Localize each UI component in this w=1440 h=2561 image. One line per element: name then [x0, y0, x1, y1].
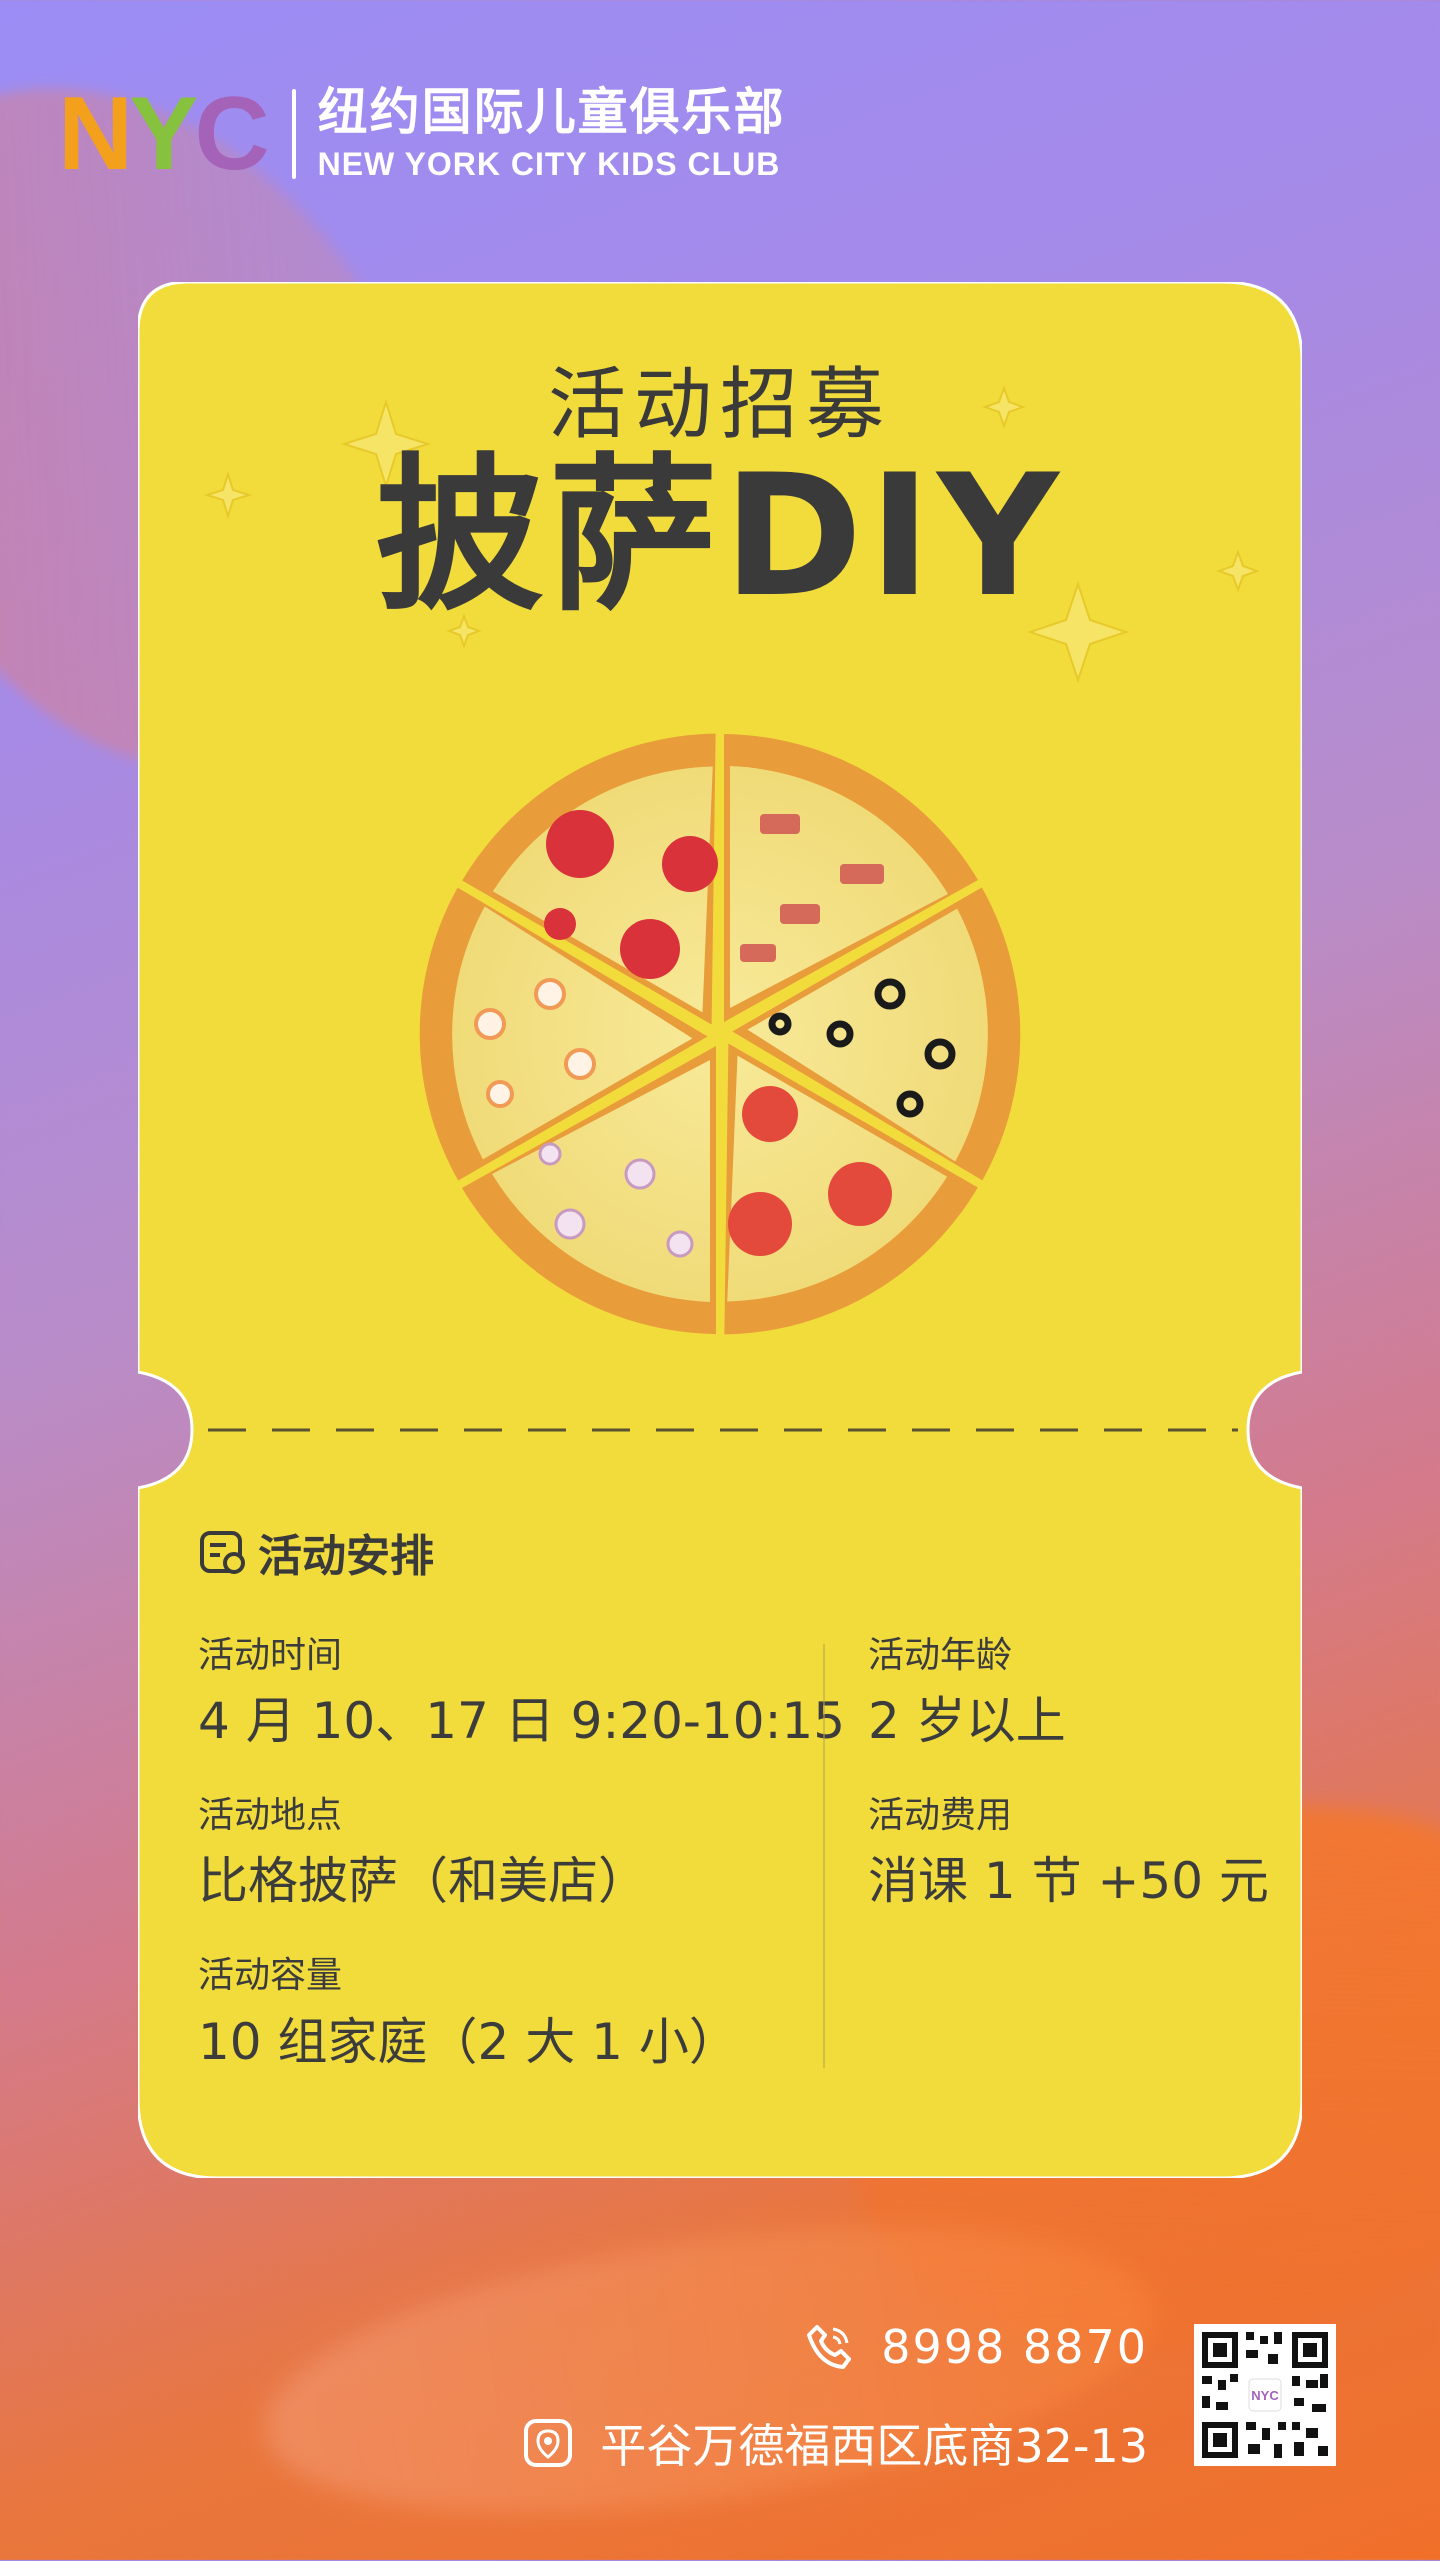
- schedule-item-time: 活动时间 4 月 10、17 日 9:20-10:15: [198, 1634, 845, 1754]
- item-label: 活动容量: [198, 1955, 343, 1997]
- phone-icon: [807, 2325, 852, 2369]
- address-text: 平谷万德福西区底商32-13: [600, 2419, 1148, 2473]
- club-logo: N Y C 纽约国际儿童俱乐部 NEW YORK CITY KIDS CLUB: [58, 82, 786, 186]
- item-label: 活动地点: [198, 1795, 343, 1837]
- calendar-note-icon: [200, 1531, 245, 1574]
- schedule-item-fee: 活动费用 消课 1 节 +50 元: [868, 1794, 1269, 1914]
- item-label: 活动费用: [868, 1795, 1013, 1837]
- schedule-title: 活动安排: [258, 1531, 434, 1582]
- item-label: 活动时间: [198, 1635, 343, 1676]
- logo-chinese-name: 纽约国际儿童俱乐部: [317, 83, 786, 141]
- logo-letter-n: N: [58, 76, 133, 192]
- schedule-left-column: 活动时间 4 月 10、17 日 9:20-10:15 活动地点 比格披萨（和美…: [198, 1634, 845, 2115]
- item-value: 4 月 10、17 日 9:20-10:15: [198, 1692, 846, 1751]
- schedule-item-age: 活动年龄 2 岁以上: [868, 1634, 1269, 1754]
- item-value: 比格披萨（和美店）: [198, 1852, 648, 1911]
- logo-letter-c: C: [194, 76, 269, 192]
- column-divider: [823, 1644, 825, 2068]
- logo-divider: [291, 89, 296, 179]
- logo-letter-y: Y: [129, 76, 198, 192]
- item-label: 活动年龄: [868, 1635, 1013, 1676]
- map-pin-icon: [524, 2419, 573, 2467]
- contact-address[interactable]: 平谷万德福西区底商32-13: [522, 2410, 1148, 2476]
- schedule-item-capacity: 活动容量 10 组家庭（2 大 1 小）: [198, 1954, 845, 2074]
- phone-number: 8998 8870: [881, 2320, 1148, 2374]
- schedule-heading: 活动安排: [198, 1520, 434, 1584]
- qr-logo-text: NYC: [1251, 2388, 1279, 2403]
- pizza-illustration: [419, 733, 1021, 1335]
- logo-english-name: NEW YORK CITY KIDS CLUB: [317, 146, 781, 182]
- contact-phone[interactable]: 8998 8870: [803, 2320, 1148, 2374]
- item-value: 2 岁以上: [868, 1692, 1066, 1751]
- schedule-right-column: 活动年龄 2 岁以上 活动费用 消课 1 节 +50 元: [868, 1634, 1269, 1954]
- event-ticket-card: 活动招募 披萨DIY 活动安排 活动时间 4 月 10、17 日 9:20-10…: [138, 282, 1302, 2178]
- logo-letters: N Y C: [58, 76, 270, 192]
- item-value: 10 组家庭（2 大 1 小）: [198, 2012, 739, 2071]
- schedule-item-location: 活动地点 比格披萨（和美店）: [198, 1794, 845, 1914]
- qr-code[interactable]: NYC: [1194, 2324, 1336, 2466]
- item-value: 消课 1 节 +50 元: [868, 1852, 1269, 1911]
- event-title: 披萨DIY: [375, 438, 1065, 634]
